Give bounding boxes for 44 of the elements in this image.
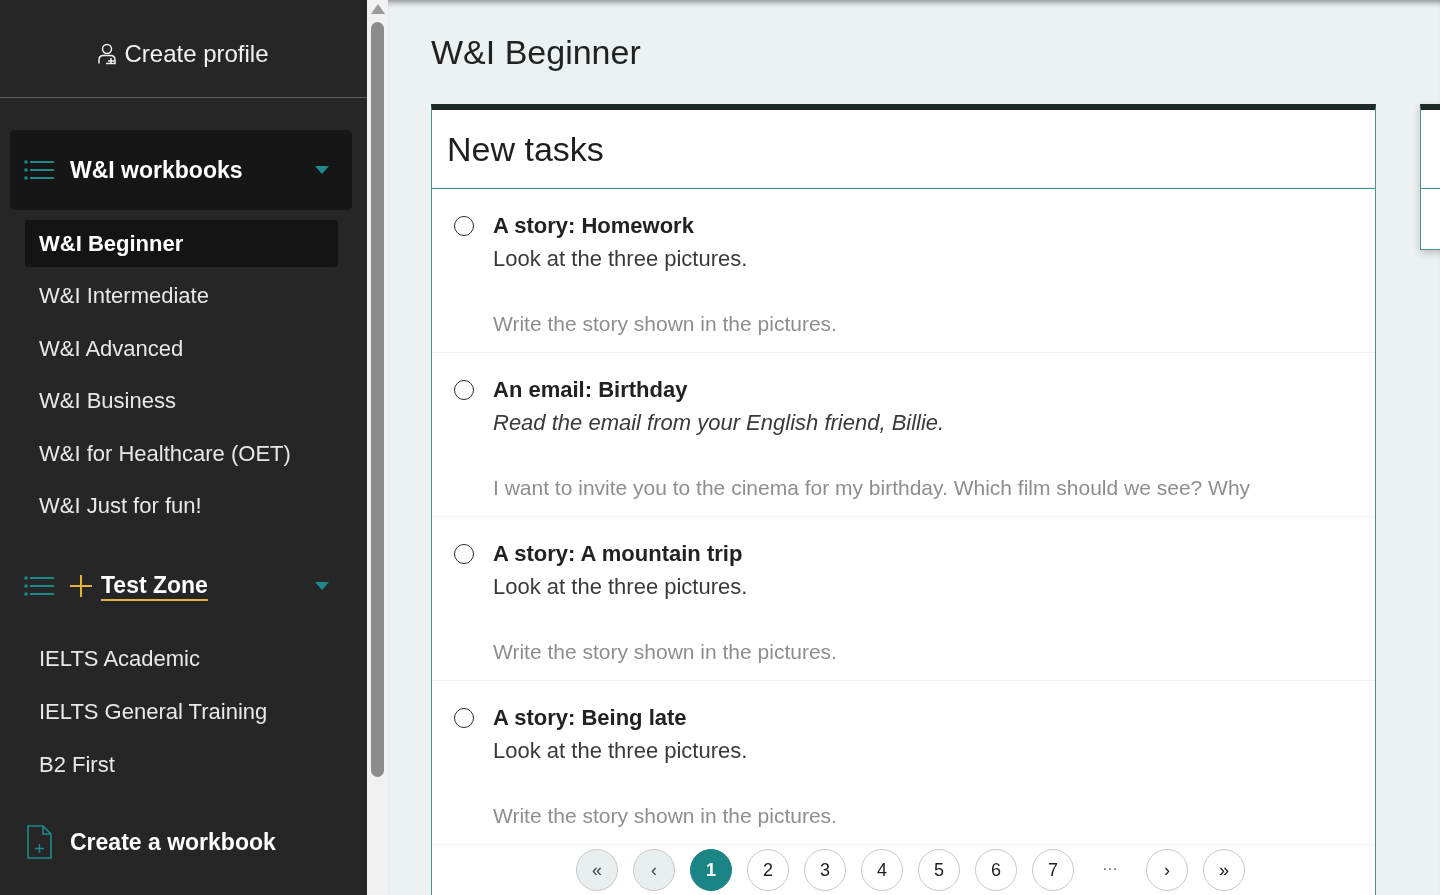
list-icon [24,575,54,596]
sidebar-item[interactable]: W&I Business [25,377,338,425]
sidebar-item[interactable]: W&I for Healthcare (OET) [25,430,338,478]
page-ellipsis: … [1101,855,1119,875]
task-title[interactable]: An email: Birthday [493,376,1251,404]
list-icon [24,160,54,180]
task-title[interactable]: A story: Homework [493,212,837,240]
file-plus-icon [27,825,52,860]
scrollbar-thumb[interactable] [371,22,384,777]
page-nav-button[interactable]: » [1203,849,1245,891]
sidebar-item[interactable]: W&I Just for fun! [25,482,338,530]
task-title[interactable]: A story: Being late [493,704,837,732]
page-button[interactable]: 1 [690,849,732,891]
task-preview-text: Write the story shown in the pictures. [493,311,837,337]
plus-icon [70,574,92,597]
person-plus-icon [98,42,117,65]
page-button[interactable]: 7 [1032,849,1074,891]
sidebar-item[interactable]: W&I Intermediate [25,272,338,320]
page-button[interactable]: 4 [861,849,903,891]
scrollbar[interactable] [367,0,388,895]
task-preview-text: Write the story shown in the pictures. [493,639,837,665]
task-description: Look at the three pictures. [493,245,749,273]
task-description: Look at the three pictures. [493,737,749,765]
card-title: New tasks [432,110,1375,189]
page-title: W&I Beginner [431,32,641,72]
sidebar-item[interactable]: W&I Beginner [25,220,338,267]
sidebar-item[interactable]: IELTS General Training [25,688,338,736]
page-button[interactable]: 3 [804,849,846,891]
page-button[interactable]: 6 [975,849,1017,891]
task-description: Read the email from your English friend, Billie. [493,409,946,437]
create-workbook-button[interactable]: Create a workbook [10,802,352,883]
task-title[interactable]: A story: A mountain trip [493,540,837,568]
task-description: Look at the three pictures. [493,573,749,601]
page-button[interactable]: 5 [918,849,960,891]
sidebar-item[interactable]: B2 First [25,741,338,789]
menu-group-header[interactable]: Test Zone [10,545,352,626]
page-nav-button[interactable]: › [1146,849,1188,891]
task-preview-text: I want to invite you to the cinema for my birthday. Which film should we see? Why [493,475,1251,501]
page-button[interactable]: 2 [747,849,789,891]
task-preview-text: Write the story shown in the pictures. [493,803,837,829]
menu-group-header[interactable]: W&I workbooks [10,130,352,210]
sidebar-item[interactable]: W&I Advanced [25,325,338,373]
sidebar-item[interactable]: IELTS Academic [25,635,338,683]
create-profile-button[interactable]: Create profile [98,29,269,68]
